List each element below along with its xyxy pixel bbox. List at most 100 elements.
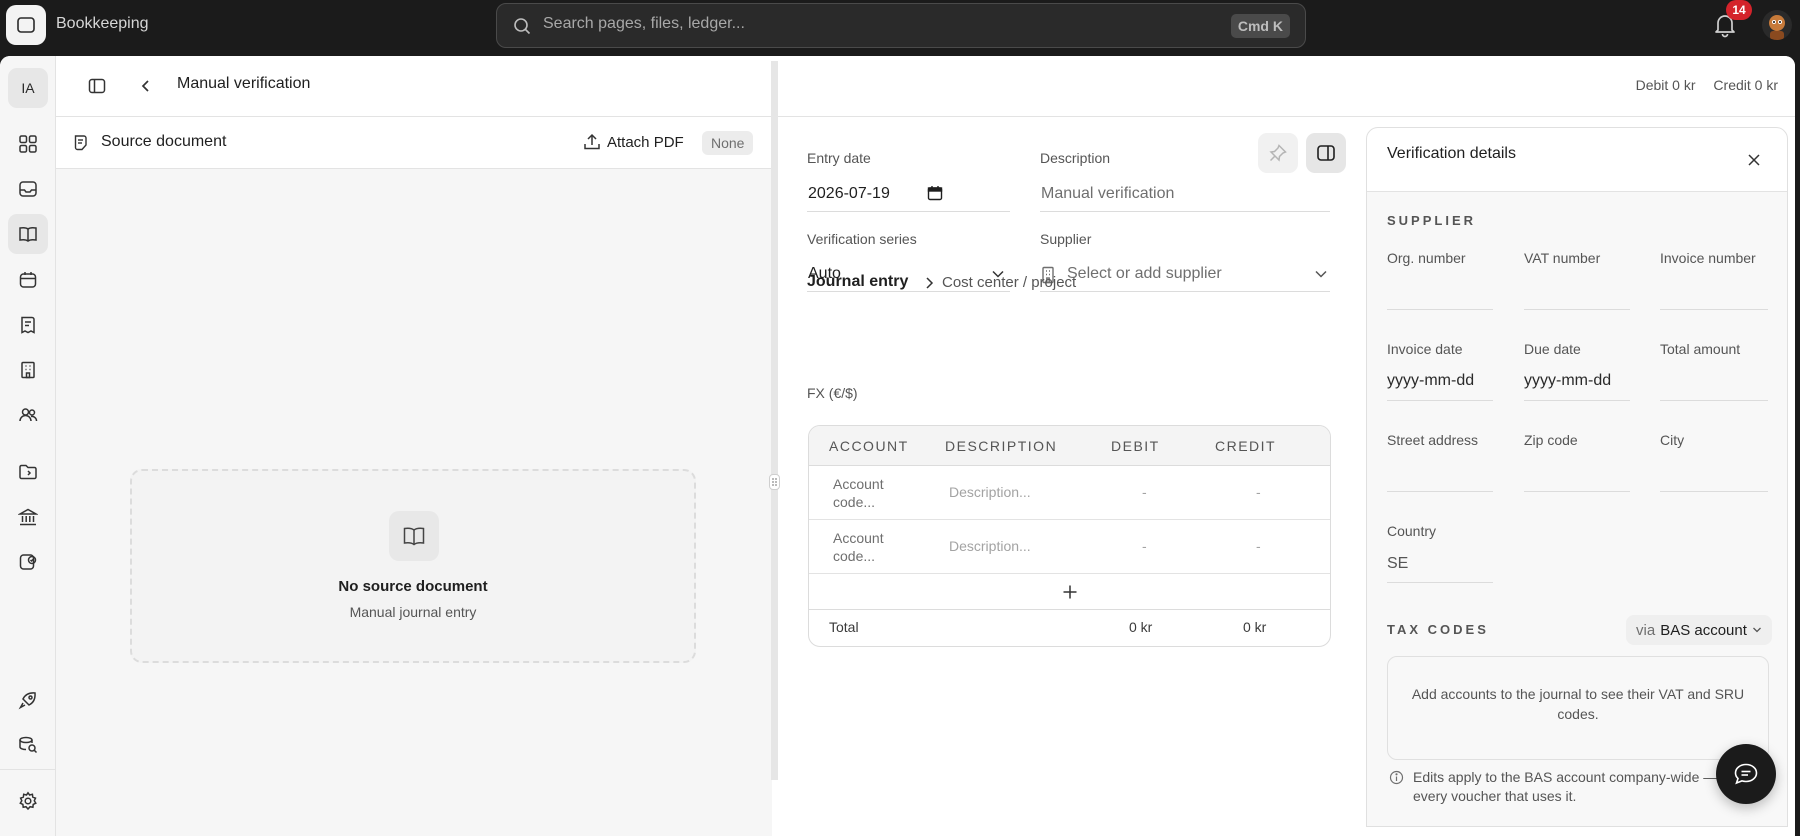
tab-cost-center[interactable]: Cost center / project	[924, 274, 1076, 291]
user-avatar[interactable]	[1762, 10, 1792, 40]
account-input[interactable]: Account code...	[833, 529, 903, 565]
pin-icon[interactable]	[1258, 133, 1298, 173]
settings-icon[interactable]	[8, 781, 48, 821]
credit-input[interactable]: -	[1256, 484, 1261, 500]
tab-journal-entry[interactable]: Journal entry	[807, 273, 908, 291]
plus-icon	[1063, 585, 1076, 598]
users-icon[interactable]	[8, 395, 48, 435]
book-icon[interactable]	[8, 214, 48, 254]
invoice-date-field[interactable]	[1387, 363, 1493, 401]
rail-divider	[0, 769, 56, 770]
city-label: City	[1660, 432, 1685, 448]
debit-input[interactable]: -	[1142, 484, 1147, 500]
org-number-field[interactable]	[1387, 272, 1493, 310]
entry-date-value: 2026-07-19	[808, 185, 890, 202]
document-status-badge: None	[702, 131, 754, 155]
calendar-icon[interactable]	[8, 260, 48, 300]
zip-code-label: Zip code	[1524, 432, 1578, 448]
cost-center-label: Cost center / project	[942, 274, 1077, 291]
add-row-button[interactable]	[809, 574, 1330, 610]
invoice-number-label: Invoice number	[1660, 250, 1756, 266]
building-icon[interactable]	[8, 350, 48, 390]
dashboard-icon[interactable]	[8, 124, 48, 164]
attach-pdf-button[interactable]: Attach PDF	[583, 127, 684, 157]
col-description: DESCRIPTION	[945, 438, 1058, 454]
close-icon[interactable]	[1742, 148, 1766, 172]
calendar-picker-icon[interactable]	[927, 185, 943, 201]
fx-label[interactable]: FX (€/$)	[807, 385, 858, 401]
debit-total: Debit 0 kr	[1635, 77, 1696, 93]
document-icon	[74, 135, 87, 151]
due-date-label: Due date	[1524, 341, 1581, 357]
top-bar: Bookkeeping Cmd K 14	[0, 0, 1800, 56]
description-input[interactable]: Description...	[949, 484, 1031, 500]
chevron-down-icon	[1315, 270, 1327, 278]
search-input[interactable]	[543, 15, 1183, 33]
tax-source-dropdown[interactable]: via BAS account	[1626, 615, 1772, 645]
receipt-icon[interactable]	[8, 305, 48, 345]
credit-input[interactable]: -	[1256, 538, 1261, 554]
chevron-right-icon	[926, 276, 934, 289]
sidebar-toggle-icon[interactable]	[82, 71, 112, 101]
entry-date-field[interactable]: 2026-07-19	[807, 176, 1010, 212]
folder-icon[interactable]	[8, 452, 48, 492]
description-field[interactable]: Manual verification	[1040, 176, 1330, 212]
table-row: Account code... Description... - -	[809, 520, 1330, 574]
pane-divider[interactable]	[771, 61, 778, 780]
empty-state-title: No source document	[338, 578, 488, 595]
verification-details-panel: Verification details SUPPLIER Org. numbe…	[1366, 127, 1788, 827]
journal-table: ACCOUNT DESCRIPTION DEBIT CREDIT Account…	[808, 425, 1331, 647]
country-label: Country	[1387, 523, 1437, 539]
source-document-header: Source document Attach PDF None	[56, 117, 772, 169]
total-amount-label: Total amount	[1660, 341, 1741, 357]
invoice-number-field[interactable]	[1660, 272, 1768, 310]
supplier-select[interactable]: Select or add supplier	[1040, 256, 1330, 292]
rocket-icon[interactable]	[8, 680, 48, 720]
total-credit: 0 kr	[1243, 619, 1267, 635]
invoice-date-label: Invoice date	[1387, 341, 1463, 357]
credit-total: Credit 0 kr	[1713, 77, 1778, 93]
app-logo-icon[interactable]	[6, 5, 46, 45]
zip-code-field[interactable]	[1524, 454, 1630, 492]
edit-note-text: Edits apply to the BAS account company-w…	[1413, 769, 1718, 804]
tax-codes-section-title: TAX CODES	[1387, 622, 1489, 637]
info-icon	[1389, 770, 1404, 785]
via-prefix: via	[1636, 621, 1656, 639]
source-document-title: Source document	[101, 133, 227, 150]
header-totals: Debit 0 kr Credit 0 kr	[1636, 77, 1778, 93]
global-search[interactable]: Cmd K	[496, 3, 1306, 48]
workspace-avatar[interactable]: IA	[8, 68, 48, 108]
tax-codes-info: Add accounts to the journal to see their…	[1387, 656, 1769, 760]
supplier-section-title: SUPPLIER	[1387, 213, 1477, 228]
country-value: SE	[1387, 555, 1409, 572]
city-field[interactable]	[1660, 454, 1768, 492]
due-date-input[interactable]	[1524, 372, 1630, 390]
inbox-icon[interactable]	[8, 169, 48, 209]
supplier-placeholder: Select or add supplier	[1067, 265, 1222, 282]
description-input[interactable]: Description...	[949, 538, 1031, 554]
source-document-pane: Source document Attach PDF None No sourc…	[56, 117, 772, 836]
vat-number-field[interactable]	[1524, 272, 1630, 310]
edit-note: Edits apply to the BAS account company-w…	[1389, 768, 1739, 806]
panel-toggle-icon[interactable]	[1306, 133, 1346, 173]
account-input[interactable]: Account code...	[833, 475, 903, 511]
journal-header-row: ACCOUNT DESCRIPTION DEBIT CREDIT	[809, 426, 1330, 466]
col-account: ACCOUNT	[829, 438, 909, 454]
open-book-icon	[389, 511, 439, 561]
vat-number-label: VAT number	[1524, 250, 1601, 266]
verification-series-label: Verification series	[807, 231, 917, 247]
total-label: Total	[829, 619, 859, 635]
back-chevron-icon[interactable]	[131, 71, 161, 101]
total-amount-field[interactable]	[1660, 363, 1768, 401]
street-address-field[interactable]	[1387, 454, 1493, 492]
due-date-field[interactable]	[1524, 363, 1630, 401]
chat-icon[interactable]	[1716, 744, 1776, 804]
entry-date-label: Entry date	[807, 150, 871, 166]
invoice-date-input[interactable]	[1387, 372, 1493, 390]
resize-grip-icon[interactable]	[769, 474, 780, 490]
bank-icon[interactable]	[8, 497, 48, 537]
country-field[interactable]: SE	[1387, 545, 1493, 583]
wallet-icon[interactable]	[8, 542, 48, 582]
search-data-icon[interactable]	[8, 725, 48, 765]
debit-input[interactable]: -	[1142, 538, 1147, 554]
